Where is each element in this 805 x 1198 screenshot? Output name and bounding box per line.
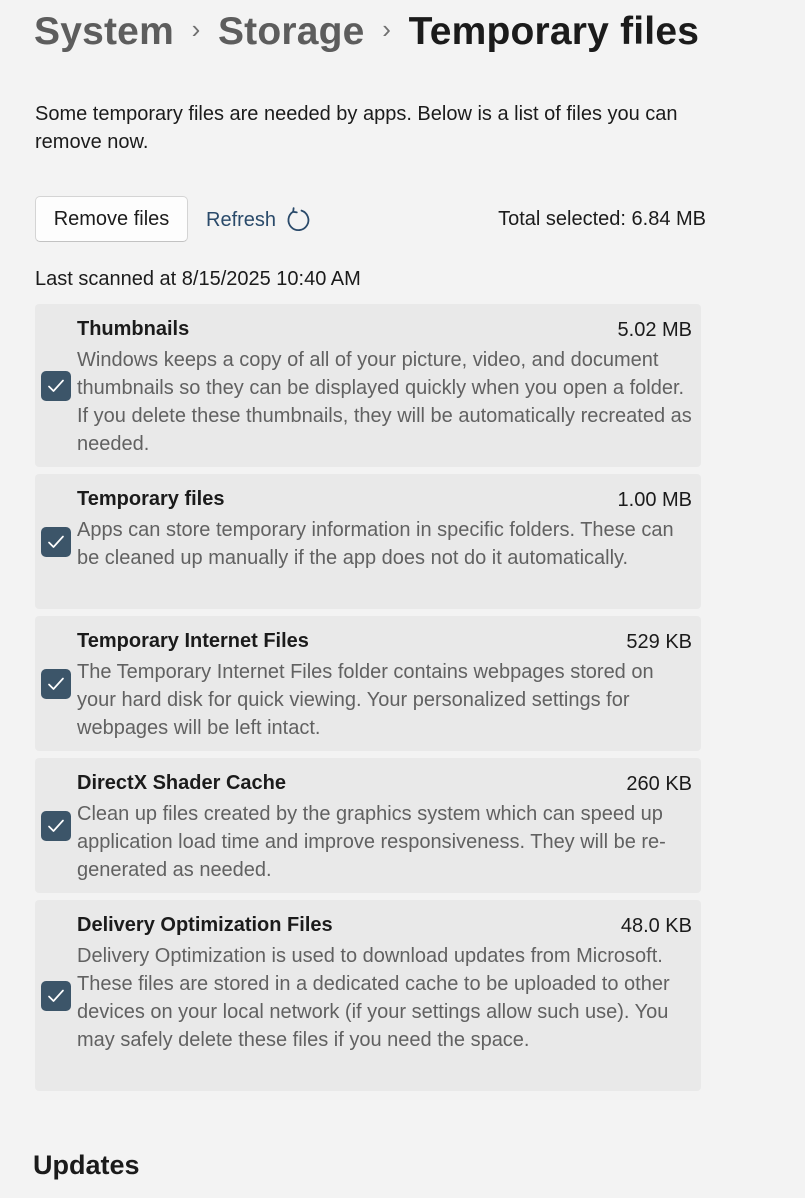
checkbox-directx-shader-cache[interactable]: [41, 811, 71, 841]
category-description: The Temporary Internet Files folder cont…: [77, 661, 654, 739]
category-temporary-internet-files[interactable]: Temporary Internet Files 529 KB The Temp…: [35, 616, 701, 751]
last-scanned: Last scanned at 8/15/2025 10:40 AM: [35, 268, 361, 290]
checkmark-icon: [48, 535, 64, 548]
checkmark-icon: [48, 989, 64, 1002]
checkbox-temporary-files[interactable]: [41, 527, 71, 557]
breadcrumb-storage[interactable]: Storage: [218, 10, 365, 54]
updates-section-heading: Updates: [33, 1150, 140, 1180]
checkbox-temporary-internet-files[interactable]: [41, 669, 71, 699]
refresh-icon: [285, 207, 311, 233]
category-title: Temporary Internet Files: [77, 630, 309, 652]
refresh-label: Refresh: [206, 208, 277, 231]
category-directx-shader-cache[interactable]: DirectX Shader Cache 260 KB Clean up fil…: [35, 758, 701, 893]
checkmark-icon: [48, 379, 64, 392]
category-title: Thumbnails: [77, 318, 190, 340]
remove-files-button[interactable]: Remove files: [35, 196, 188, 242]
page-title: Temporary files: [408, 10, 700, 53]
category-size: 260 KB: [626, 773, 692, 795]
category-temporary-files[interactable]: Temporary files 1.00 MB Apps can store t…: [35, 474, 701, 609]
category-description: Apps can store temporary information in …: [77, 519, 674, 569]
category-size: 48.0 KB: [620, 915, 692, 937]
category-title: Delivery Optimization Files: [77, 914, 333, 936]
category-description: Windows keeps a copy of all of your pict…: [77, 349, 692, 455]
refresh-button[interactable]: Refresh: [206, 204, 311, 236]
category-size: 5.02 MB: [617, 319, 692, 341]
category-thumbnails[interactable]: Thumbnails 5.02 MB Windows keeps a copy …: [35, 304, 701, 467]
category-description: Delivery Optimization is used to downloa…: [77, 945, 670, 1051]
category-title: DirectX Shader Cache: [77, 772, 286, 794]
category-description: Clean up files created by the graphics s…: [77, 803, 666, 881]
category-size: 529 KB: [626, 631, 692, 653]
intro-text: Some temporary files are needed by apps.…: [35, 103, 678, 153]
checkbox-thumbnails[interactable]: [41, 371, 71, 401]
breadcrumb-system[interactable]: System: [34, 10, 174, 54]
breadcrumb-chevron-icon: ›: [191, 13, 201, 44]
category-delivery-optimization-files[interactable]: Delivery Optimization Files 48.0 KB Deli…: [35, 900, 701, 1091]
breadcrumb-chevron-icon: ›: [382, 13, 391, 44]
checkbox-delivery-optimization-files[interactable]: [41, 981, 71, 1011]
total-selected: Total selected: 6.84 MB: [498, 208, 706, 230]
category-size: 1.00 MB: [617, 489, 692, 511]
checkmark-icon: [48, 819, 64, 832]
checkmark-icon: [48, 677, 64, 690]
category-title: Temporary files: [77, 488, 225, 510]
breadcrumb: System › Storage › Temporary files: [34, 6, 699, 58]
